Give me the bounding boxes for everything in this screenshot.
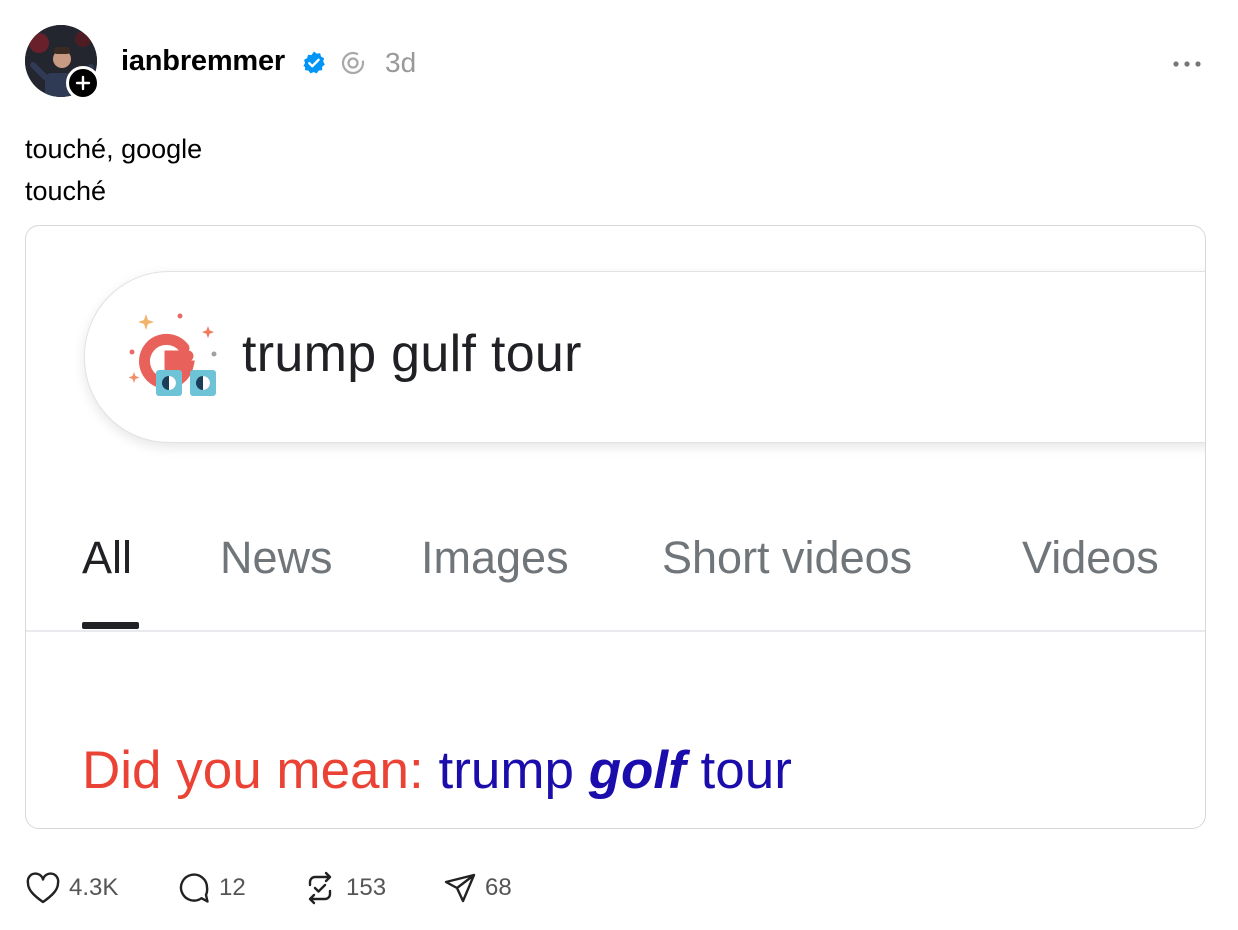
repost-count: 153 xyxy=(346,874,387,901)
tab-news: News xyxy=(220,532,333,583)
reply-count: 12 xyxy=(219,874,246,901)
reply-button[interactable]: 12 xyxy=(177,868,246,908)
post-text: touché, google touché xyxy=(25,128,202,212)
did-you-mean-label: Did you mean: xyxy=(82,741,424,800)
tab-all: All xyxy=(82,532,133,583)
follow-plus-icon[interactable] xyxy=(66,66,100,100)
threads-icon xyxy=(341,51,365,75)
like-button[interactable]: 4.3K xyxy=(25,868,118,908)
verified-badge-icon xyxy=(303,51,325,74)
like-count: 4.3K xyxy=(69,874,119,901)
search-tabs: All News Images Short videos Videos xyxy=(26,526,1205,632)
tab-short-videos: Short videos xyxy=(662,532,913,583)
post-text-line: touché, google xyxy=(25,134,203,164)
share-icon xyxy=(444,873,476,903)
post-text-line: touché xyxy=(25,176,107,206)
share-count: 68 xyxy=(485,874,512,901)
tab-videos: Videos xyxy=(1022,532,1159,583)
username[interactable]: ianbremmer xyxy=(121,45,285,78)
tabs-divider xyxy=(26,630,1205,632)
repost-button[interactable]: 153 xyxy=(302,868,386,908)
did-you-mean: Did you mean: trump golf tour xyxy=(82,740,792,801)
search-query: trump gulf tour xyxy=(242,325,582,383)
active-tab-indicator xyxy=(82,622,139,629)
repost-icon xyxy=(308,871,332,905)
post-image[interactable]: trump gulf tour All News Images Short vi… xyxy=(25,225,1206,829)
suggestion-post: tour xyxy=(700,741,792,800)
suggestion-pre: trump xyxy=(438,741,574,800)
reply-icon xyxy=(179,873,209,903)
suggestion-emph: golf xyxy=(588,741,686,800)
share-button[interactable]: 68 xyxy=(443,868,512,908)
suggestion-link: trump golf tour xyxy=(438,741,791,800)
tab-images: Images xyxy=(421,532,569,583)
google-doodle-icon xyxy=(128,313,217,396)
heart-icon xyxy=(26,872,60,904)
post-time: 3d xyxy=(385,47,417,78)
more-options-icon[interactable] xyxy=(1170,56,1206,72)
